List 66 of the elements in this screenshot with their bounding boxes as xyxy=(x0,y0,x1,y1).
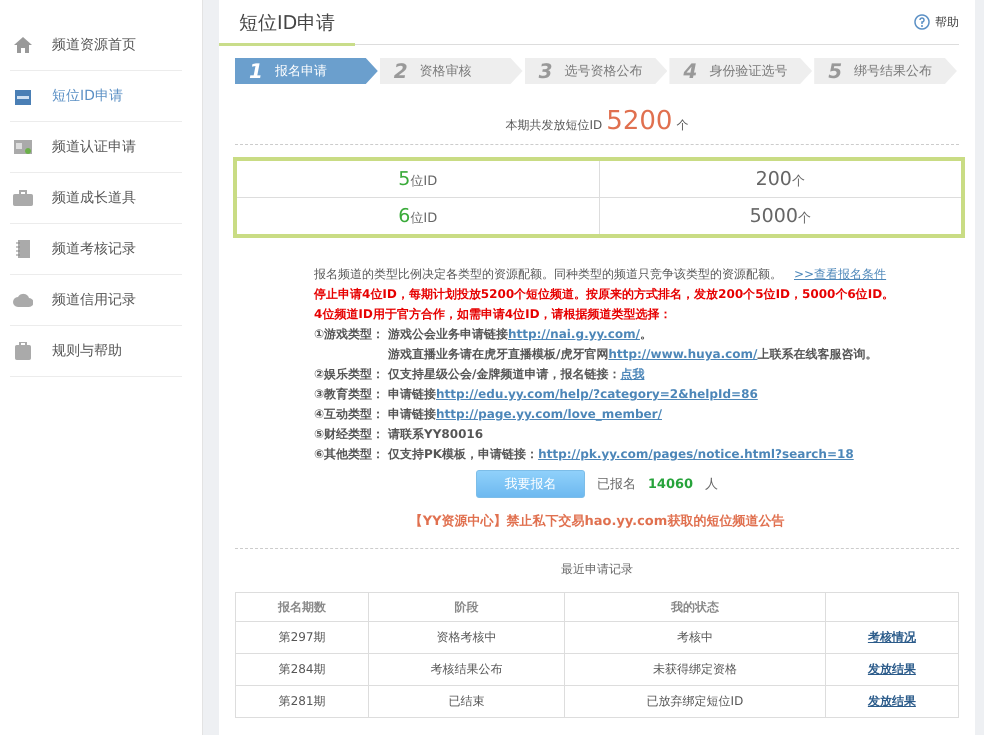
table-cell: 5位ID xyxy=(235,159,599,198)
table-cell: 第284期 xyxy=(236,654,369,686)
signup-label: 已报名 xyxy=(596,476,636,493)
progress-step: 1 报名申请 xyxy=(235,58,378,84)
announcement-text: 【YY资源中心】禁止私下交易hao.yy.com获取的短位频道公告 xyxy=(408,512,786,530)
progress-step: 3 选号资格公布 xyxy=(524,58,668,84)
type-label: ②娱乐类型： xyxy=(314,366,386,383)
type-label: ①游戏类型： xyxy=(314,326,386,343)
toolbox-icon xyxy=(12,190,34,206)
progress-step: 4 身份验证选号 xyxy=(669,58,812,84)
type-label: ⑤财经类型： xyxy=(314,426,386,443)
cloud-icon xyxy=(12,293,34,307)
table-cell: 已结束 xyxy=(368,686,565,718)
table-cell: 考核结果公布 xyxy=(368,654,565,686)
type-text: 上联系在线客服咨询。 xyxy=(757,346,878,363)
warning-text: 4位频道ID用于官方合作，如需申请4位ID，请根据频道类型选择： xyxy=(314,306,673,323)
type-text: 请联系YY80016 xyxy=(388,426,484,443)
table-cell: 考核中 xyxy=(564,622,826,654)
type-text: 仅支持星级公会/金牌频道申请，报名链接： xyxy=(388,366,620,383)
card-icon xyxy=(12,139,34,155)
conditions-link[interactable]: >>查看报名条件 xyxy=(794,264,886,284)
signup-count: 14060 xyxy=(648,476,694,492)
column-header: 阶段 xyxy=(368,592,565,622)
type-text: 申请链接 xyxy=(388,406,436,423)
type-text: 游戏公会业务申请链接 xyxy=(388,326,508,343)
type-text: 仅支持PK模板，申请链接： xyxy=(388,446,538,463)
type-text: 申请链接 xyxy=(388,386,436,403)
progress-step: 5 绑号结果公布 xyxy=(814,58,957,84)
link[interactable]: 点我 xyxy=(620,364,644,384)
link[interactable]: http://pk.yy.com/pages/notice.html?search=18 xyxy=(538,444,854,464)
progress-step: 2 资格审核 xyxy=(380,58,523,84)
link[interactable]: http://nai.g.yy.com/ xyxy=(508,324,640,344)
link[interactable]: http://www.huya.com/ xyxy=(608,344,758,364)
table-cell: 第297期 xyxy=(236,622,369,654)
sidebar-item[interactable]: 频道考核记录 xyxy=(10,224,182,275)
sidebar-item[interactable]: 频道资源首页 xyxy=(10,20,182,71)
type-label: ⑥其他类型： xyxy=(314,446,386,463)
type-label: ④互动类型： xyxy=(314,406,386,423)
signup-unit: 人 xyxy=(705,476,718,493)
warning-text: 停止申请4位ID，每期计划投放5200个短位频道。按原来的方式排名，发放200个5位ID，5000个6位ID。 xyxy=(314,286,896,303)
sidebar-item[interactable]: 频道成长道具 xyxy=(10,173,182,224)
result-link[interactable]: 发放结果 xyxy=(868,694,916,708)
help-link[interactable]: 帮助 xyxy=(914,14,959,30)
table-cell: 第281期 xyxy=(236,686,369,718)
home-icon xyxy=(12,36,34,54)
table-cell: 已放弃绑定短位ID xyxy=(564,686,826,718)
sidebar-item[interactable]: 频道认证申请 xyxy=(10,122,182,173)
column-header: 我的状态 xyxy=(564,592,826,622)
column-header: 报名期数 xyxy=(236,592,369,622)
result-link[interactable]: 发放结果 xyxy=(868,662,916,676)
type-label: ③教育类型： xyxy=(314,386,386,403)
table-cell: 资格考核中 xyxy=(368,622,565,654)
total-label: 本期共发放短位ID xyxy=(506,117,602,134)
link[interactable]: http://page.yy.com/love_member/ xyxy=(436,404,662,424)
type-text: 游戏直播业务请在虎牙直播模板/虎牙官网 xyxy=(388,346,608,363)
table-cell: 未获得绑定资格 xyxy=(564,654,826,686)
sidebar-item[interactable]: 频道信用记录 xyxy=(10,275,182,326)
total-value: 5200 xyxy=(606,106,672,136)
type-text: 。 xyxy=(640,326,652,343)
result-link[interactable]: 考核情况 xyxy=(868,630,916,644)
sidebar-item[interactable]: 规则与帮助 xyxy=(10,326,182,377)
total-unit: 个 xyxy=(676,117,688,134)
link[interactable]: http://edu.yy.com/help/?category=2&helpId=86 xyxy=(436,384,758,404)
records-title: 最近申请记录 xyxy=(560,561,634,578)
notice-text: 报名频道的类型比例决定各类型的资源配额。同种类型的频道只竞争该类型的资源配额。 xyxy=(314,266,782,283)
page-title: 短位ID申请 xyxy=(219,0,356,46)
